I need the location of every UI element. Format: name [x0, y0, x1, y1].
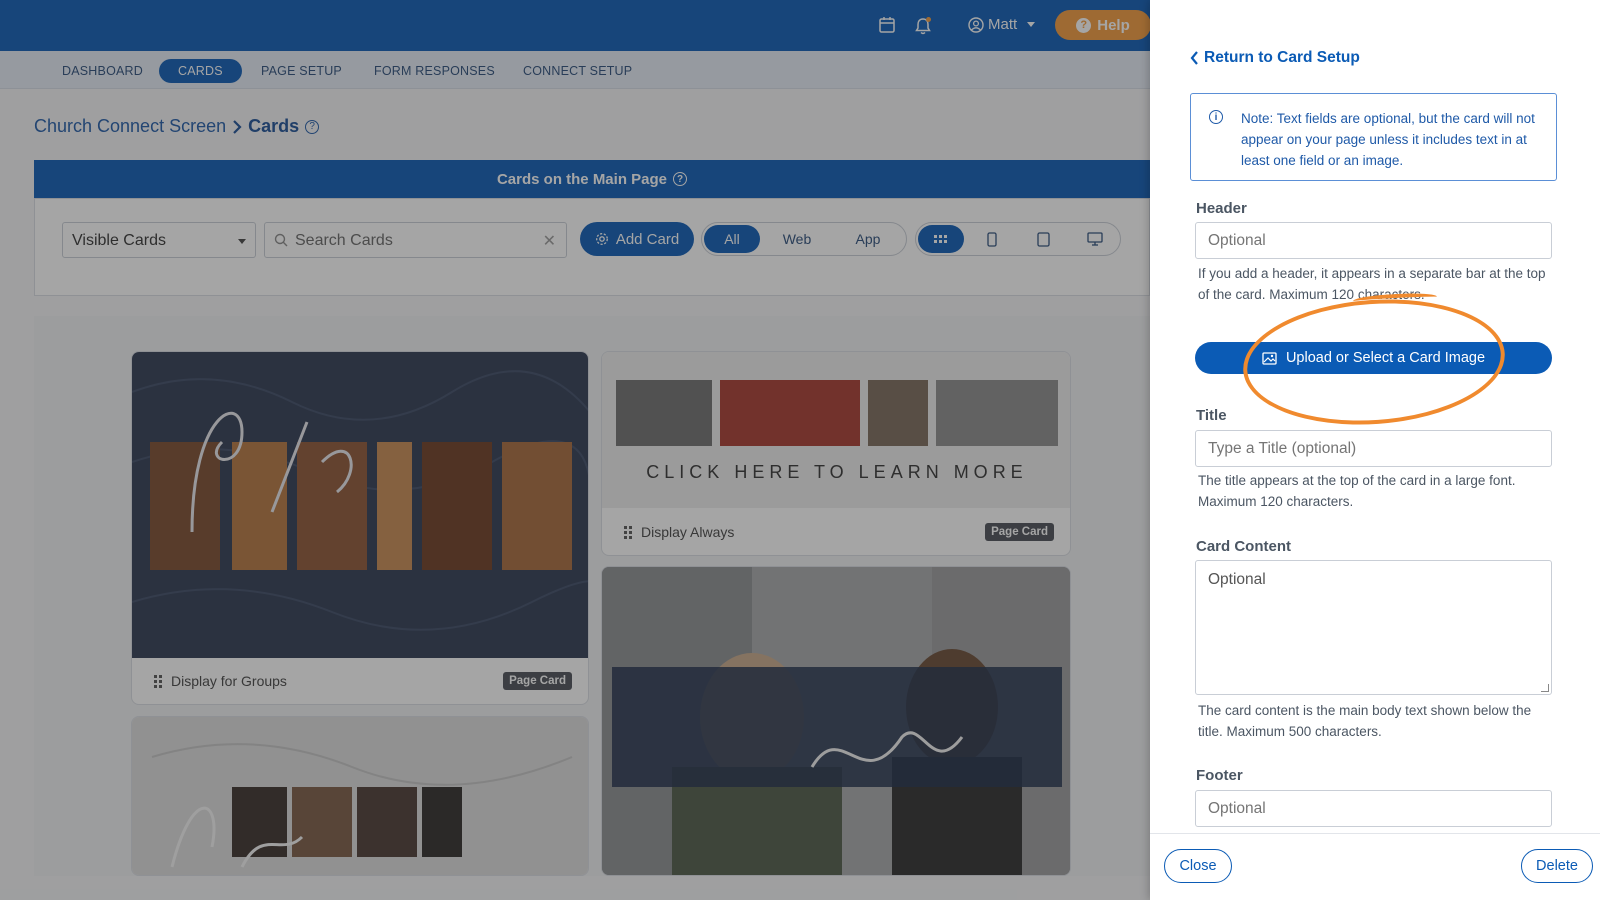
card-content-label: Card Content [1196, 538, 1291, 555]
note-text: Note: Text fields are optional, but the … [1241, 111, 1535, 168]
delete-button[interactable]: Delete [1521, 849, 1593, 883]
modal-backdrop[interactable] [0, 0, 1150, 900]
header-label: Header [1196, 200, 1247, 217]
footer-label: Footer [1196, 767, 1243, 784]
card-edit-drawer: Return to Card Setup i Note: Text fields… [1150, 0, 1600, 900]
title-label: Title [1196, 407, 1227, 424]
close-button[interactable]: Close [1164, 849, 1232, 883]
card-content-placeholder: Optional [1208, 571, 1266, 588]
header-hint: If you add a header, it appears in a sep… [1198, 266, 1546, 302]
title-input[interactable] [1195, 430, 1552, 467]
card-content-hint: The card content is the main body text s… [1198, 703, 1532, 739]
upload-label: Upload or Select a Card Image [1285, 350, 1486, 366]
image-icon [1262, 351, 1277, 365]
info-icon: i [1209, 110, 1223, 124]
upload-card-image-button[interactable]: Upload or Select a Card Image [1195, 342, 1552, 374]
info-note: i Note: Text fields are optional, but th… [1190, 93, 1557, 181]
main-app: Matt ? Help DASHBOARD CARDS PAGE SETUP F… [0, 0, 1150, 900]
resize-handle-icon[interactable] [1541, 684, 1549, 692]
return-label: Return to Card Setup [1204, 49, 1360, 66]
title-hint: The title appears at the top of the card… [1198, 473, 1516, 509]
chevron-left-icon [1190, 51, 1198, 65]
return-to-card-setup-link[interactable]: Return to Card Setup [1190, 49, 1360, 67]
drawer-footer: Close Delete [1150, 833, 1600, 900]
card-content-textarea[interactable]: Optional [1195, 560, 1552, 695]
footer-input[interactable] [1195, 790, 1552, 827]
header-input[interactable] [1195, 222, 1552, 259]
